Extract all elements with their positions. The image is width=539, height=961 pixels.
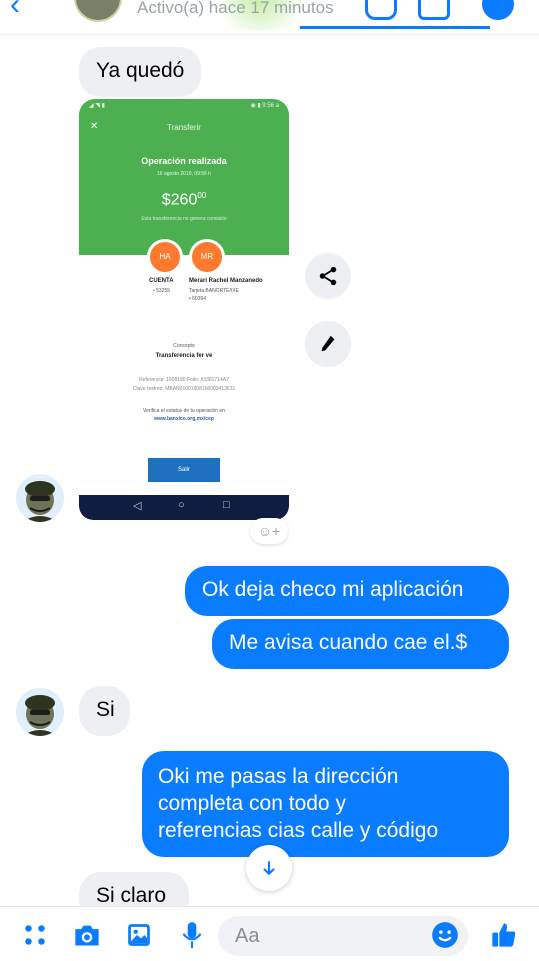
nav-home-icon: ○ bbox=[178, 499, 185, 511]
cartoon-avatar-icon bbox=[16, 474, 64, 522]
transfer-receipt-image[interactable]: ◢ ◥ ▮ ◉ ▮ 9:56 a ✕ Transferir Operación … bbox=[79, 99, 289, 520]
gallery-button[interactable] bbox=[125, 921, 153, 949]
back-arrow-icon[interactable]: ‹ bbox=[10, 0, 20, 22]
message-incoming[interactable]: Ya quedó bbox=[79, 47, 202, 97]
concepto-label: Concepto bbox=[173, 343, 195, 349]
cartoon-avatar-icon bbox=[16, 688, 64, 736]
recipient-initials: MR bbox=[189, 239, 225, 275]
header-divider bbox=[300, 26, 490, 29]
nav-recents-icon: □ bbox=[223, 499, 230, 511]
menu-button[interactable] bbox=[21, 921, 49, 949]
verify-text: Verifica el estatus de tu operación en bbox=[143, 408, 225, 414]
like-icon bbox=[492, 923, 516, 947]
recipient-name: Merari Rachel Manzanedo bbox=[189, 278, 263, 284]
receipt-note: Esta transferencia no genera comisión bbox=[141, 216, 227, 222]
camera-icon bbox=[75, 925, 99, 946]
contact-avatar[interactable] bbox=[74, 0, 122, 22]
message-composer: Aa bbox=[0, 906, 539, 961]
menu-icon bbox=[25, 925, 45, 945]
message-line: Oki me pasas la dirección bbox=[158, 765, 399, 788]
like-button[interactable] bbox=[490, 921, 518, 949]
sender-initials: HA bbox=[147, 239, 183, 275]
video-call-icon[interactable] bbox=[418, 0, 450, 20]
scroll-to-bottom-button[interactable] bbox=[246, 845, 292, 891]
reference: Referencia: 1608190 Folio: #3381714A7 bbox=[139, 377, 229, 383]
add-reaction-button[interactable]: ☺+ bbox=[250, 518, 288, 544]
phone-nav-bar: ◁ ○ □ bbox=[79, 495, 289, 520]
microphone-button[interactable] bbox=[178, 921, 206, 949]
message-incoming[interactable]: Si bbox=[79, 686, 130, 736]
receipt-amount: $26000 bbox=[161, 191, 207, 209]
phone-status-right: ◉ ▮ 9:56 a bbox=[250, 103, 279, 109]
call-icon[interactable] bbox=[365, 0, 397, 20]
message-outgoing[interactable]: Oki me pasas la dirección completa con t… bbox=[142, 751, 509, 857]
message-outgoing[interactable]: Ok deja checo mi aplicación bbox=[185, 566, 509, 616]
message-line: completa con todo y bbox=[158, 792, 346, 815]
message-outgoing[interactable]: Me avisa cuando cae el.$ bbox=[212, 619, 509, 669]
message-line: referencias cias calle y código bbox=[158, 819, 439, 842]
receipt-date: 16 agosto 2019, 09:56 h bbox=[157, 171, 211, 177]
gallery-icon bbox=[128, 924, 150, 946]
contact-avatar[interactable] bbox=[16, 688, 64, 736]
pencil-icon bbox=[321, 335, 335, 352]
tracking-key: Clave rastreo: MBAN01001908160003413631 bbox=[132, 386, 236, 392]
contact-status: Activo(a) hace 17 minutos bbox=[137, 0, 334, 17]
arrow-down-icon bbox=[263, 861, 275, 876]
chat-header: ‹ Activo(a) hace 17 minutos bbox=[0, 0, 539, 35]
emoji-button[interactable] bbox=[431, 921, 459, 949]
info-icon[interactable] bbox=[482, 0, 514, 20]
phone-status-left: ◢ ◥ ▮ bbox=[89, 103, 105, 109]
concepto-value: Transferencia fer ve bbox=[155, 353, 213, 359]
share-icon bbox=[319, 266, 337, 286]
sender-label: CUENTA bbox=[149, 278, 174, 284]
microphone-icon bbox=[182, 922, 202, 948]
verify-link: www.banxico.org.mx/cep bbox=[154, 416, 214, 422]
recipient-bank: Tarjeta BANORTE/IXE bbox=[189, 288, 239, 294]
sender-account: • 53255 bbox=[153, 288, 171, 294]
receipt-headline: Operación realizada bbox=[141, 156, 227, 166]
edit-button[interactable] bbox=[305, 321, 351, 367]
receipt-title: Transferir bbox=[167, 123, 201, 132]
nav-back-icon: ◁ bbox=[133, 500, 142, 512]
contact-avatar[interactable] bbox=[16, 474, 64, 522]
recipient-account: • 60394 bbox=[189, 296, 207, 302]
camera-button[interactable] bbox=[73, 921, 101, 949]
message-input-placeholder: Aa bbox=[235, 925, 260, 947]
exit-button: Salir bbox=[148, 458, 220, 482]
emoji-icon bbox=[432, 922, 458, 948]
share-button[interactable] bbox=[305, 253, 351, 299]
